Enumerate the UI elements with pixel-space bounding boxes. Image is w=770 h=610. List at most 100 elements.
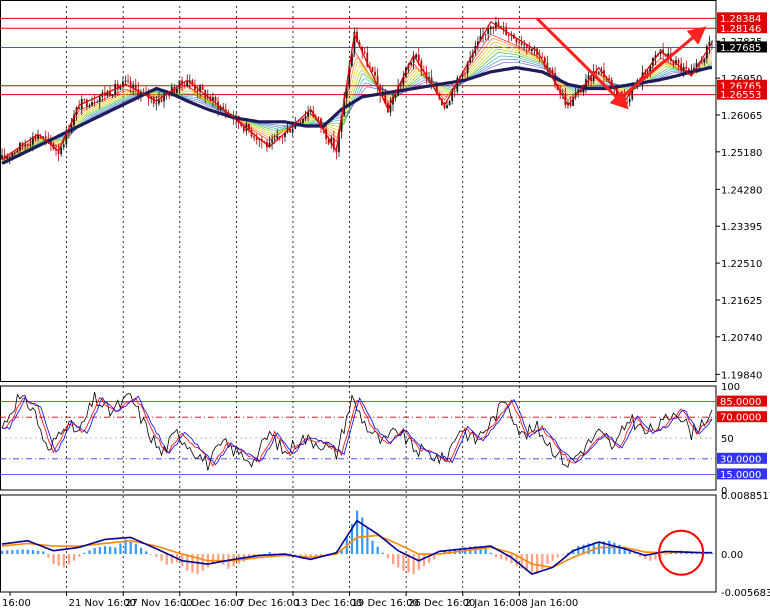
candle-body xyxy=(628,98,631,102)
candle-body xyxy=(281,136,284,138)
candle-body xyxy=(160,99,163,102)
candle-body xyxy=(137,89,140,97)
macd-tick-label: 0.00 xyxy=(721,550,743,561)
macd-histogram-bar xyxy=(52,554,55,565)
macd-histogram-bar xyxy=(294,554,297,556)
macd-histogram-bar xyxy=(356,510,359,555)
x-tick-label: 16:00 xyxy=(2,598,31,609)
macd-histogram-bar xyxy=(160,554,163,561)
macd-histogram-bar xyxy=(417,554,420,571)
macd-histogram-bar xyxy=(134,544,137,555)
candle-body xyxy=(711,41,713,43)
macd-histogram-bar xyxy=(546,554,549,565)
candle-body xyxy=(116,83,119,90)
candle-body xyxy=(111,95,114,97)
macd-histogram-bar xyxy=(196,554,199,575)
candle-body xyxy=(134,84,137,90)
macd-histogram-bar xyxy=(88,550,91,555)
candle-body xyxy=(273,139,276,140)
macd-histogram-bar xyxy=(93,548,96,555)
candle-body xyxy=(541,56,544,58)
candle-body xyxy=(201,86,204,91)
candle-body xyxy=(685,66,688,69)
macd-histogram-bar xyxy=(26,549,29,555)
macd-histogram-bar xyxy=(541,554,544,570)
price-tick-label: 1.26065 xyxy=(721,111,762,122)
candle-body xyxy=(417,54,420,61)
candle-body xyxy=(98,96,101,102)
macd-histogram-bar xyxy=(633,553,637,555)
macd-histogram-bar xyxy=(11,550,14,555)
candle-body xyxy=(132,84,135,88)
macd-histogram-bar xyxy=(494,554,498,558)
price-tick-label: 1.21625 xyxy=(721,296,762,307)
candle-body xyxy=(446,105,448,109)
x-tick-label: 1 Dec 16:00 xyxy=(182,598,243,609)
macd-histogram-bar xyxy=(139,547,143,555)
candle-body xyxy=(291,128,294,133)
price-tick-label: 1.24280 xyxy=(721,185,762,196)
macd-histogram-bar xyxy=(268,552,271,555)
macd-histogram-bar xyxy=(57,554,60,566)
current-price-label: 1.27685 xyxy=(720,43,761,54)
macd-histogram-bar xyxy=(16,549,19,555)
x-tick-label: 2 Jan 16:00 xyxy=(465,598,522,609)
candle-body xyxy=(6,157,9,159)
macd-histogram-bar xyxy=(21,549,24,555)
macd-histogram-bar xyxy=(1,550,4,555)
macd-histogram-bar xyxy=(402,554,405,571)
macd-histogram-bar xyxy=(397,554,400,568)
candle-body xyxy=(492,26,495,28)
macd-histogram-bar xyxy=(664,554,667,556)
candle-body xyxy=(24,144,27,146)
macd-histogram-bar xyxy=(67,554,71,565)
candle-body xyxy=(91,102,93,106)
candle-body xyxy=(214,97,217,102)
price-level-label: 1.26553 xyxy=(720,90,761,101)
macd-histogram-bar xyxy=(366,527,369,555)
macd-histogram-bar xyxy=(98,547,101,555)
candle-body xyxy=(677,60,680,64)
macd-histogram-bar xyxy=(31,550,35,555)
candle-body xyxy=(448,100,451,106)
macd-histogram-bar xyxy=(381,552,384,555)
macd-histogram-bar xyxy=(42,551,45,555)
candle-body xyxy=(60,147,63,154)
macd-histogram-bar xyxy=(37,550,40,555)
stochastic-tick-label: 100 xyxy=(721,382,740,393)
macd-histogram-bar xyxy=(103,546,107,555)
candle-body xyxy=(304,116,307,119)
macd-histogram-bar xyxy=(47,554,50,558)
candle-body xyxy=(255,137,258,140)
macd-histogram-bar xyxy=(376,546,379,555)
macd-histogram-bar xyxy=(201,554,204,571)
macd-histogram-bar xyxy=(165,554,168,565)
price-tick-label: 1.19840 xyxy=(721,370,762,381)
candle-body xyxy=(83,99,86,100)
candle-body xyxy=(142,91,145,93)
stochastic-level-label: 30.0000 xyxy=(720,454,761,465)
candle-body xyxy=(271,139,274,143)
candle-body xyxy=(13,152,16,154)
macd-histogram-bar xyxy=(73,554,76,561)
candle-body xyxy=(62,144,65,148)
candle-body xyxy=(44,136,47,139)
macd-histogram-bar xyxy=(145,551,148,555)
candle-body xyxy=(11,153,14,157)
macd-histogram-bar xyxy=(556,554,559,558)
macd-histogram-bar xyxy=(6,550,9,555)
macd-histogram-bar xyxy=(371,540,374,555)
macd-histogram-bar xyxy=(551,554,554,561)
stochastic-level-label: 70.0000 xyxy=(720,413,761,424)
candle-body xyxy=(183,84,186,87)
candle-body xyxy=(26,144,29,146)
candle-body xyxy=(453,90,456,92)
macd-histogram-bar xyxy=(150,554,153,555)
macd-histogram-bar xyxy=(654,554,657,560)
candle-body xyxy=(507,35,510,36)
macd-histogram-bar xyxy=(155,554,158,557)
macd-histogram-bar xyxy=(129,541,132,555)
macd-histogram-bar xyxy=(78,554,81,557)
macd-histogram-bar xyxy=(114,547,117,555)
candle-body xyxy=(500,26,502,28)
